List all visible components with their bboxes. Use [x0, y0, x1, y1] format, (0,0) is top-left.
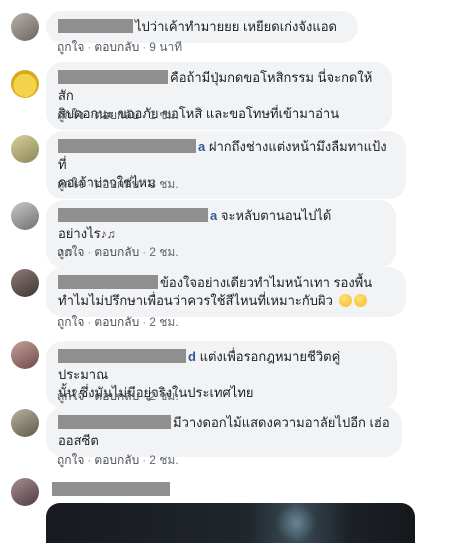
- redacted-author-name: [58, 415, 171, 429]
- comment-actions: ถูกใจ · ตอบกลับ · 1 ชม.: [57, 107, 179, 123]
- comment-text: ไปว่าเค้าทำมายยย เหยียดเก่งจังแอด: [135, 19, 337, 34]
- timestamp[interactable]: 2 ชม.: [149, 244, 178, 260]
- comment-actions: ถูกใจ · ตอบกลับ · 2 ชม.: [57, 452, 179, 468]
- author-name-fragment[interactable]: d: [188, 349, 196, 364]
- reply-link[interactable]: ตอบกลับ: [94, 452, 139, 468]
- like-link[interactable]: ถูกใจ: [57, 314, 84, 330]
- like-link[interactable]: ถูกใจ: [57, 244, 84, 260]
- reply-link[interactable]: ตอบกลับ: [94, 244, 139, 260]
- reply-link[interactable]: ตอบกลับ: [94, 39, 139, 55]
- redacted-author-name: [58, 349, 186, 363]
- like-link[interactable]: ถูกใจ: [57, 452, 84, 468]
- timestamp[interactable]: 2 ชม.: [149, 314, 178, 330]
- redacted-author-name: [58, 70, 168, 84]
- comment-actions: ถูกใจ · ตอบกลับ · 2 ชม.: [57, 244, 179, 260]
- video-thumbnail[interactable]: [46, 503, 415, 543]
- music-note-icon: ♪♫: [100, 227, 116, 241]
- comment-text-line-1: ข้องใจอย่างเดียวทำไมหน้าเทา รองพื้น: [160, 275, 373, 290]
- reply-link[interactable]: ตอบกลับ: [94, 388, 139, 404]
- timestamp[interactable]: 9 นาที: [149, 39, 182, 55]
- comment-text-line-2: ทำไมไม่ปรึกษาเพื่อนว่าควรใช้สีไหนที่เหมา…: [58, 293, 333, 308]
- comment-bubble: ข้องใจอย่างเดียวทำไมหน้าเทา รองพื้น ทำไม…: [46, 267, 406, 317]
- redacted-author-name: [58, 19, 133, 33]
- redacted-author-name: [58, 275, 158, 289]
- avatar[interactable]: [11, 13, 39, 41]
- timestamp[interactable]: 1 ชม.: [149, 107, 178, 123]
- author-name-fragment[interactable]: a: [210, 208, 217, 223]
- worried-face-icon: [353, 294, 367, 307]
- comment-bubble: มีวางดอกไม้แสดงความอาลัยไปอีก เฮ่อ ออสซี…: [46, 407, 402, 457]
- comment-bubble: [46, 478, 176, 498]
- comment-actions: ถูกใจ · ตอบกลับ · 2 ชม.: [57, 388, 179, 404]
- reply-link[interactable]: ตอบกลับ: [94, 314, 139, 330]
- avatar[interactable]: [11, 202, 39, 230]
- timestamp[interactable]: 3 ชม.: [149, 176, 178, 192]
- timestamp[interactable]: 2 ชม.: [149, 452, 178, 468]
- avatar[interactable]: [11, 478, 39, 506]
- avatar[interactable]: [11, 409, 39, 437]
- reply-link[interactable]: ตอบกลับ: [94, 107, 139, 123]
- like-link[interactable]: ถูกใจ: [57, 107, 84, 123]
- avatar[interactable]: [11, 70, 39, 98]
- comment-text-line-2: ออสซีต: [58, 433, 99, 448]
- like-link[interactable]: ถูกใจ: [57, 388, 84, 404]
- comment-actions: ถูกใจ · ตอบกลับ · 2 ชม.: [57, 314, 179, 330]
- comment-list: ไปว่าเค้าทำมายยย เหยียดเก่งจังแอด ถูกใจ ·…: [0, 0, 449, 543]
- timestamp[interactable]: 2 ชม.: [149, 388, 178, 404]
- redacted-author-name: [58, 139, 196, 153]
- reply-link[interactable]: ตอบกลับ: [94, 176, 139, 192]
- avatar[interactable]: [11, 135, 39, 163]
- like-link[interactable]: ถูกใจ: [57, 176, 84, 192]
- comment-text-line-1: มีวางดอกไม้แสดงความอาลัยไปอีก เฮ่อ: [173, 415, 390, 430]
- avatar[interactable]: [11, 341, 39, 369]
- worried-face-icon: [338, 294, 352, 307]
- comment-actions: ถูกใจ · ตอบกลับ · 3 ชม.: [57, 176, 179, 192]
- comment-actions: ถูกใจ · ตอบกลับ · 9 นาที: [57, 39, 183, 55]
- like-link[interactable]: ถูกใจ: [57, 39, 84, 55]
- author-name-fragment[interactable]: a: [198, 139, 205, 154]
- redacted-author-name: [58, 208, 208, 222]
- redacted-author-name: [52, 482, 170, 496]
- avatar[interactable]: [11, 269, 39, 297]
